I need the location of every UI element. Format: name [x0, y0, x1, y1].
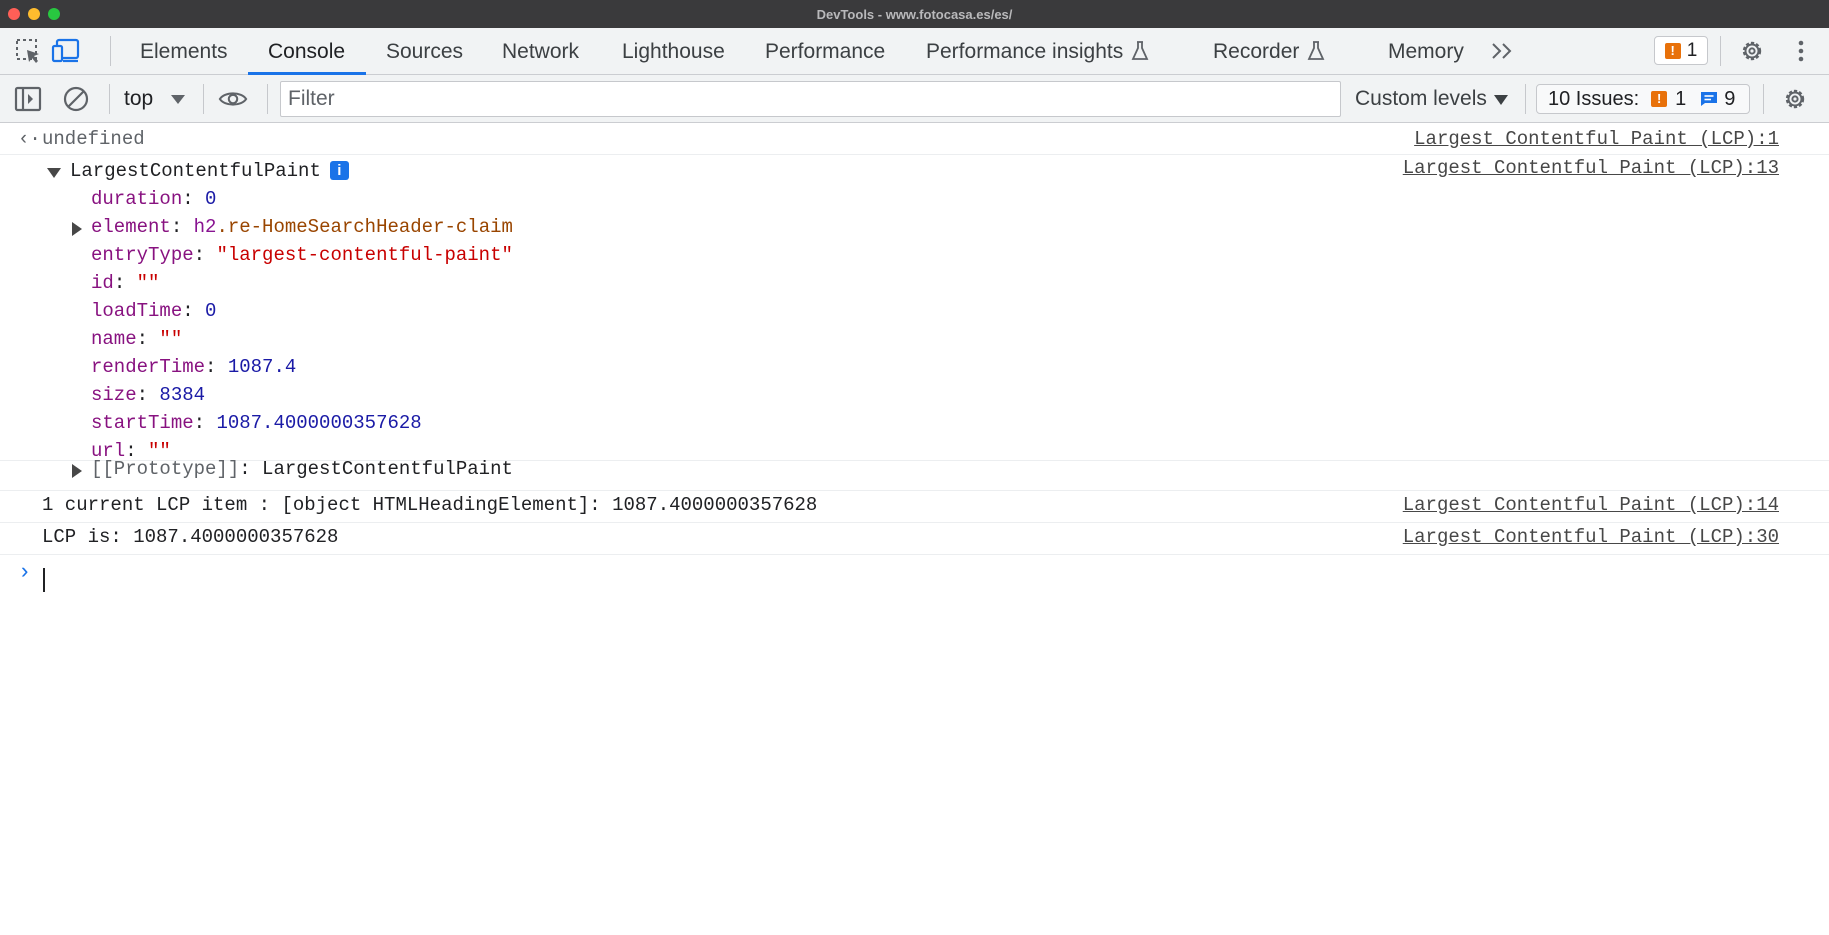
console-message-text: undefined [42, 128, 145, 150]
log-levels-dropdown[interactable]: Custom levels [1355, 75, 1487, 123]
filter-input[interactable] [280, 81, 1341, 117]
tab-performance-insights-label: Performance insights [926, 40, 1124, 63]
toolbar-divider [267, 84, 268, 114]
tab-network[interactable]: Network [502, 28, 579, 75]
console-message: ‹· undefined Largest Contentful Paint (L… [0, 123, 1829, 155]
issues-button[interactable]: 10 Issues: ! 1 9 [1536, 84, 1750, 114]
kebab-menu-icon[interactable] [1786, 36, 1816, 66]
console-message-text: LCP is: 1087.4000000357628 [42, 526, 339, 548]
source-link[interactable]: Largest Contentful Paint (LCP):14 [1403, 494, 1779, 516]
property-starttime: startTime: 1087.4000000357628 [91, 412, 422, 434]
device-toolbar-icon[interactable] [51, 36, 81, 66]
console-toolbar: top Custom levels 10 Issues: ! 1 9 [0, 75, 1829, 123]
console-settings-icon[interactable] [1780, 84, 1810, 114]
toolbar-divider [109, 84, 110, 114]
live-expression-eye-icon[interactable] [218, 84, 248, 114]
source-link[interactable]: Largest Contentful Paint (LCP):1 [1414, 128, 1779, 150]
source-link[interactable]: Largest Contentful Paint (LCP):30 [1403, 526, 1779, 548]
property-prototype[interactable]: [[Prototype]]: LargestContentfulPaint [91, 458, 513, 480]
issues-label: 10 Issues: [1548, 87, 1640, 110]
more-tabs-icon[interactable] [1488, 36, 1518, 66]
text-cursor [43, 568, 45, 592]
console-object-entry: Largest Contentful Paint (LCP):13 Larges… [0, 155, 1829, 462]
chevron-down-icon [171, 95, 185, 104]
property-size: size: 8384 [91, 384, 206, 406]
property-rendertime: renderTime: 1087.4 [91, 356, 297, 378]
tab-sources[interactable]: Sources [386, 28, 463, 75]
property-name: name: "" [91, 328, 183, 350]
settings-icon[interactable] [1737, 36, 1767, 66]
console-object-prototype-row: [[Prototype]]: LargestContentfulPaint [0, 458, 1829, 491]
source-link[interactable]: Largest Contentful Paint (LCP):13 [1403, 157, 1779, 179]
property-loadtime: loadTime: 0 [91, 300, 217, 322]
toolbar-divider [1763, 84, 1764, 114]
warnings-count: 1 [1686, 39, 1698, 61]
console-output: ‹· undefined Largest Contentful Paint (L… [0, 123, 1829, 935]
property-id: id: "" [91, 272, 160, 294]
experimental-flask-icon [1131, 41, 1149, 60]
window-title-bar: DevTools - www.fotocasa.es/es/ [0, 0, 1829, 28]
collapse-triangle-icon[interactable] [47, 168, 61, 178]
tab-recorder-label: Recorder [1213, 40, 1300, 63]
tab-lighthouse[interactable]: Lighthouse [622, 28, 725, 75]
inspect-element-icon[interactable] [13, 36, 43, 66]
console-message: 1 current LCP item : [object HTMLHeading… [0, 491, 1829, 523]
context-selector[interactable]: top [124, 75, 153, 123]
object-name: LargestContentfulPaint [70, 160, 321, 182]
sidebar-toggle-icon[interactable] [13, 84, 43, 114]
info-icon[interactable]: i [329, 161, 349, 180]
main-toolbar: Elements Console Sources Network Lightho… [0, 28, 1829, 75]
tab-recorder[interactable]: Recorder [1213, 28, 1325, 75]
toolbar-divider [1720, 36, 1721, 66]
result-arrow-icon: ‹· [18, 128, 41, 150]
property-element[interactable]: element: h2.re-HomeSearchHeader-claim [91, 216, 513, 238]
console-message: LCP is: 1087.4000000357628 Largest Conte… [0, 523, 1829, 555]
tab-memory[interactable]: Memory [1388, 28, 1464, 75]
chevron-down-icon [1494, 95, 1508, 105]
object-header[interactable]: LargestContentfulPaint i [70, 160, 349, 182]
prompt-chevron-icon: › [18, 560, 32, 585]
message-icon [1701, 92, 1718, 106]
issues-warning-count: 1 [1675, 87, 1687, 110]
tab-performance[interactable]: Performance [765, 28, 885, 75]
experimental-flask-icon [1307, 41, 1325, 60]
property-duration: duration: 0 [91, 188, 217, 210]
expand-triangle-icon[interactable] [72, 464, 82, 478]
console-message-text: 1 current LCP item : [object HTMLHeading… [42, 494, 818, 516]
warnings-badge[interactable]: ! 1 [1654, 36, 1708, 65]
property-entrytype: entryType: "largest-contentful-paint" [91, 244, 513, 266]
toolbar-divider [1525, 84, 1526, 114]
tab-elements[interactable]: Elements [140, 28, 228, 75]
console-prompt[interactable]: › [0, 555, 1829, 591]
clear-console-icon[interactable] [61, 84, 91, 114]
tab-console[interactable]: Console [268, 28, 345, 75]
expand-triangle-icon[interactable] [72, 222, 82, 236]
toolbar-divider [203, 84, 204, 114]
warning-icon: ! [1664, 42, 1681, 59]
tab-performance-insights[interactable]: Performance insights [926, 28, 1149, 75]
issues-message-count: 9 [1724, 87, 1736, 110]
window-title: DevTools - www.fotocasa.es/es/ [816, 7, 1013, 22]
warning-icon: ! [1651, 91, 1668, 107]
toolbar-divider [110, 36, 111, 66]
